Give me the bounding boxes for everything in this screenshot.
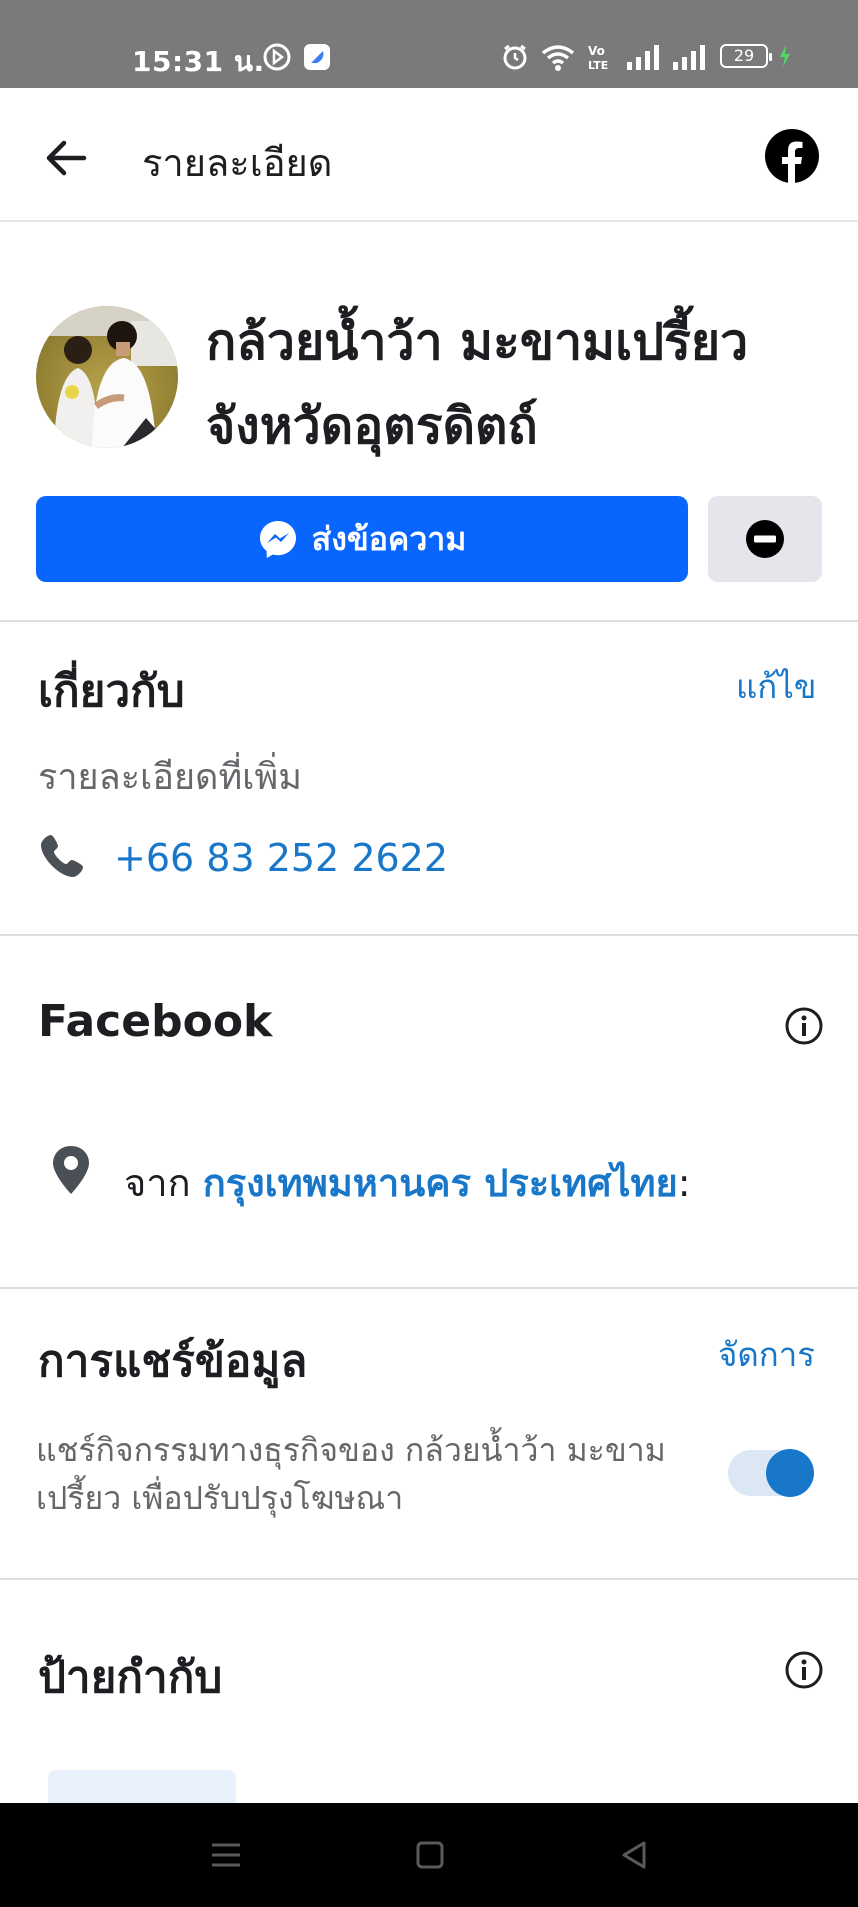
location-link[interactable]: กรุงเทพมหานคร ประเทศไทย <box>203 1161 678 1205</box>
volte-icon: Vo LTE <box>588 44 608 72</box>
wifi-icon <box>541 45 575 71</box>
back-button[interactable] <box>36 128 96 188</box>
about-section-title: เกี่ยวกับ <box>38 666 185 717</box>
divider <box>0 620 858 622</box>
labels-section-title: ป้ายกำกับ <box>38 1652 223 1703</box>
alarm-icon <box>503 44 527 70</box>
profile-photo-image <box>36 306 178 448</box>
send-message-label: ส่งข้อความ <box>311 519 467 558</box>
toggle-knob <box>766 1449 814 1497</box>
arrow-left-icon <box>46 140 87 176</box>
sharing-description: แชร์กิจกรรมทางธุรกิจของ กล้วยน้ำว้า มะขา… <box>36 1431 666 1517</box>
messenger-icon <box>259 521 296 558</box>
phone-icon <box>41 835 83 877</box>
page-title: รายละเอียด <box>142 141 333 185</box>
block-icon <box>746 520 784 558</box>
location-pin-icon <box>53 1146 89 1194</box>
system-navigation-bar <box>0 1803 858 1907</box>
send-message-button[interactable]: ส่งข้อความ <box>36 496 688 582</box>
signal-strength-icon <box>627 45 659 70</box>
avatar[interactable] <box>36 306 178 448</box>
share-activity-toggle[interactable] <box>728 1449 814 1497</box>
app-header: รายละเอียด <box>0 88 858 222</box>
status-bar: 15:31 น. Vo LTE 29 <box>0 0 858 88</box>
more-details-label: รายละเอียดที่เพิ่ม <box>38 757 302 798</box>
location-prefix: จาก <box>124 1161 203 1205</box>
location-line: จาก กรุงเทพมหานคร ประเทศไทย: <box>124 1152 691 1213</box>
svg-text:Vo: Vo <box>588 44 605 58</box>
facebook-section-title: Facebook <box>38 996 273 1047</box>
status-time: 15:31 น. <box>132 45 265 78</box>
play-circle-icon <box>263 43 291 71</box>
app-notification-icon <box>304 44 330 70</box>
divider <box>0 934 858 936</box>
recent-apps-icon[interactable] <box>206 1835 246 1875</box>
edit-about-link[interactable]: แก้ไข <box>736 660 816 713</box>
signal-strength-2-icon <box>673 45 705 70</box>
sharing-section-title: การแชร์ข้อมูล <box>38 1336 308 1387</box>
manage-sharing-link[interactable]: จัดการ <box>718 1328 815 1381</box>
home-icon[interactable] <box>410 1835 450 1875</box>
battery-icon: 29 <box>720 44 772 68</box>
location-suffix: : <box>677 1161 691 1205</box>
back-nav-icon[interactable] <box>614 1835 654 1875</box>
divider <box>0 1287 858 1289</box>
divider <box>0 1578 858 1580</box>
info-icon[interactable] <box>784 1650 824 1690</box>
battery-level: 29 <box>733 46 755 65</box>
block-button[interactable] <box>708 496 822 582</box>
profile-name: กล้วยน้ำว้า มะขามเปรี้ยว จังหวัดอุตรดิตถ… <box>206 313 749 455</box>
contact-details-screen: 15:31 น. Vo LTE 29 รายละเอียด กล้วยน้ำว้… <box>0 0 858 1907</box>
info-icon[interactable] <box>784 1006 824 1046</box>
phone-number-link[interactable]: +66 83 252 2622 <box>114 836 448 880</box>
facebook-logo-icon[interactable] <box>764 128 820 184</box>
charging-icon <box>780 45 790 67</box>
svg-text:LTE: LTE <box>588 59 608 72</box>
